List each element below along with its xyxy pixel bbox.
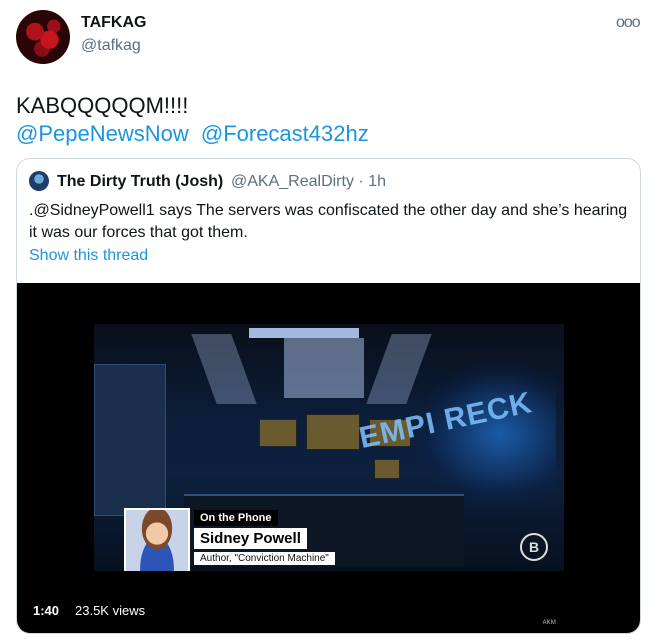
studio-monitor	[306, 414, 360, 450]
more-options-icon[interactable]: ooo	[616, 14, 641, 32]
lower-third-role: Author, "Conviction Machine"	[194, 552, 335, 565]
video-duration: 1:40	[33, 603, 60, 618]
video-player[interactable]: EMPI RECK On the Phone Sidney Powell Aut…	[17, 283, 640, 633]
guest-photo	[124, 508, 190, 571]
author-handle[interactable]: @tafkag	[81, 37, 141, 55]
tweet: TAFKAG @tafkag ooo KABQQQQQM!!!! @PepeNe…	[0, 0, 649, 640]
mention-link-2[interactable]: @Forecast432hz	[201, 121, 369, 146]
lower-third-name: Sidney Powell	[194, 528, 307, 549]
studio-monitor	[259, 419, 297, 447]
video-views: 23.5K views	[75, 603, 146, 618]
channel-logo-icon: B	[520, 533, 548, 561]
studio-monitor	[374, 459, 400, 479]
ceiling-panel-left	[191, 334, 257, 404]
quoted-avatar[interactable]	[29, 171, 49, 191]
video-watermark: ᴀᴋᴍ	[542, 617, 556, 626]
tweet-mentions: @PepeNewsNow @Forecast432hz	[16, 118, 375, 150]
author-name[interactable]: TAFKAG	[81, 14, 146, 32]
quoted-author-name[interactable]: The Dirty Truth (Josh)	[57, 173, 223, 191]
video-frame[interactable]: EMPI RECK On the Phone Sidney Powell Aut…	[94, 324, 564, 571]
mention-link-1[interactable]: @PepeNewsNow	[16, 121, 189, 146]
lower-third: On the Phone Sidney Powell Author, "Conv…	[124, 508, 364, 571]
avatar[interactable]	[16, 10, 70, 64]
quoted-author-handle[interactable]: @AKA_RealDirty · 1h	[231, 173, 386, 191]
ceiling-light	[249, 328, 359, 338]
lower-third-tag: On the Phone	[194, 510, 278, 526]
quoted-tweet[interactable]: The Dirty Truth (Josh) @AKA_RealDirty · …	[16, 158, 641, 634]
ceiling-panel	[284, 338, 364, 398]
show-thread-link[interactable]: Show this thread	[29, 247, 148, 265]
studio-window	[94, 364, 166, 516]
quoted-tweet-text: .@SidneyPowell1 says The servers was con…	[29, 202, 628, 241]
